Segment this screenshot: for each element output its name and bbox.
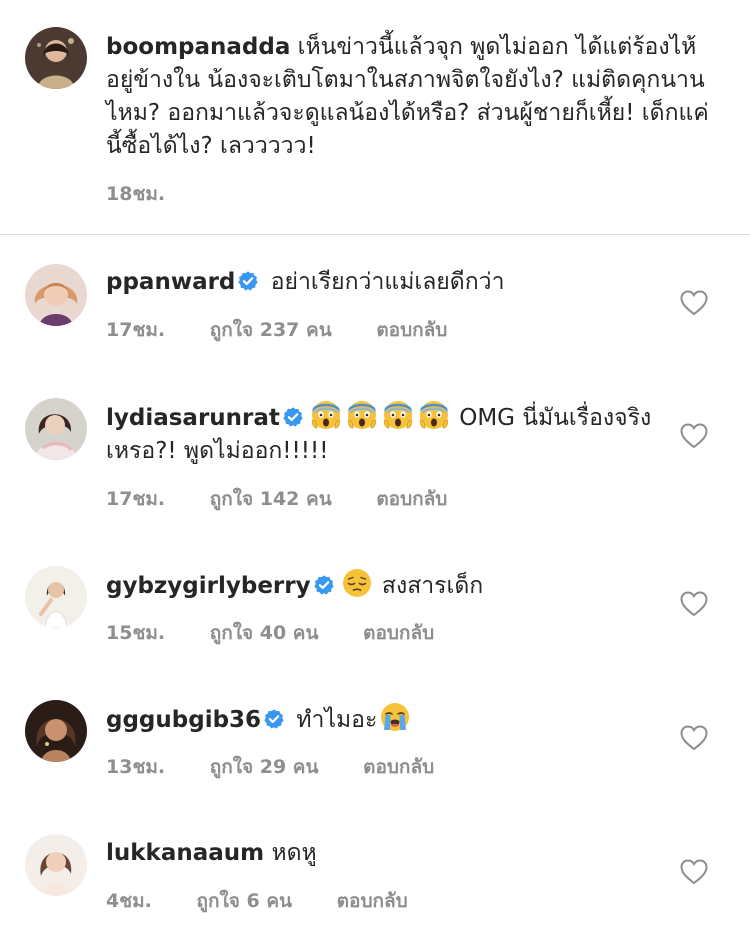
comment-username[interactable]: gybzygirlyberry xyxy=(106,573,311,599)
likes-count[interactable]: ถูกใจ 40 คน xyxy=(210,622,319,644)
heart-outline-icon[interactable] xyxy=(680,591,708,617)
heart-outline-icon[interactable] xyxy=(680,290,708,316)
reply-button[interactable]: ตอบกลับ xyxy=(363,622,434,644)
pensive-face-emoji xyxy=(342,568,372,598)
timestamp: 17ชม. xyxy=(106,319,166,341)
avatar[interactable] xyxy=(25,264,87,326)
likes-count[interactable]: ถูกใจ 237 คน xyxy=(210,319,332,341)
timestamp: 13ชม. xyxy=(106,756,166,778)
comment-text: ppanward อย่าเรียกว่าแม่เลยดีกว่า xyxy=(106,266,666,299)
reply-button[interactable]: ตอบกลับ xyxy=(337,890,408,912)
timestamp: 18ชม. xyxy=(106,183,166,205)
likes-count[interactable]: ถูกใจ 29 คน xyxy=(210,756,319,778)
face-screaming-in-fear-emoji xyxy=(419,400,449,430)
comment-text: gybzygirlyberry สงสารเด็ก xyxy=(106,568,666,603)
comment-meta: 17ชม. ถูกใจ 142 คน ตอบกลับ xyxy=(106,484,485,514)
heart-outline-icon[interactable] xyxy=(680,725,708,751)
face-screaming-in-fear-emoji xyxy=(347,400,377,430)
heart-outline-icon[interactable] xyxy=(680,423,708,449)
face-screaming-in-fear-emoji xyxy=(311,400,341,430)
caption-block: boompanadda เห็นข่าวนี้แล้วจุก พูดไม่ออก… xyxy=(0,0,750,234)
timestamp: 17ชม. xyxy=(106,488,166,510)
avatar[interactable] xyxy=(25,566,87,628)
verified-badge-icon xyxy=(282,406,304,428)
face-screaming-in-fear-emoji xyxy=(383,400,413,430)
timestamp: 15ชม. xyxy=(106,622,166,644)
comment-text: gggubgib36 ทำไมอะ xyxy=(106,702,666,737)
comment-username[interactable]: lydiasarunrat xyxy=(106,405,280,431)
reply-button[interactable]: ตอบกลับ xyxy=(363,756,434,778)
caption-meta: 18ชม. xyxy=(106,179,203,209)
likes-count[interactable]: ถูกใจ 142 คน xyxy=(210,488,332,510)
comment-username[interactable]: ppanward xyxy=(106,269,235,295)
divider xyxy=(0,234,750,235)
verified-badge-icon xyxy=(263,708,285,730)
avatar[interactable] xyxy=(25,27,87,89)
comment-text: lukkanaaum หดหู xyxy=(106,837,666,870)
comment-meta: 4ชม. ถูกใจ 6 คน ตอบกลับ xyxy=(106,886,446,916)
comment-meta: 13ชม. ถูกใจ 29 คน ตอบกลับ xyxy=(106,752,472,782)
avatar[interactable] xyxy=(25,834,87,896)
comment-body: หดหู xyxy=(271,840,317,866)
heart-outline-icon[interactable] xyxy=(680,859,708,885)
reply-button[interactable]: ตอบกลับ xyxy=(376,488,447,510)
likes-count[interactable]: ถูกใจ 6 คน xyxy=(196,890,292,912)
verified-badge-icon xyxy=(313,574,335,596)
comment-body: ทำไมอะ xyxy=(296,707,378,733)
timestamp: 4ชม. xyxy=(106,890,152,912)
avatar[interactable] xyxy=(25,398,87,460)
comment-username[interactable]: gggubgib36 xyxy=(106,707,261,733)
comment-body: สงสารเด็ก xyxy=(381,573,484,599)
comment-meta: 17ชม. ถูกใจ 237 คน ตอบกลับ xyxy=(106,315,485,345)
comment-username[interactable]: lukkanaaum xyxy=(106,840,264,866)
comment-text: lydiasarunrat OMG นี่มันเรื่องจริงเหรอ?!… xyxy=(106,400,666,468)
comment-meta: 15ชม. ถูกใจ 40 คน ตอบกลับ xyxy=(106,618,472,648)
verified-badge-icon xyxy=(237,270,259,292)
caption-username[interactable]: boompanadda xyxy=(106,34,290,60)
caption-text: boompanadda เห็นข่าวนี้แล้วจุก พูดไม่ออก… xyxy=(106,31,716,163)
comment-body: อย่าเรียกว่าแม่เลยดีกว่า xyxy=(270,269,505,295)
avatar[interactable] xyxy=(25,700,87,762)
loudly-crying-face-emoji xyxy=(380,702,410,732)
reply-button[interactable]: ตอบกลับ xyxy=(376,319,447,341)
